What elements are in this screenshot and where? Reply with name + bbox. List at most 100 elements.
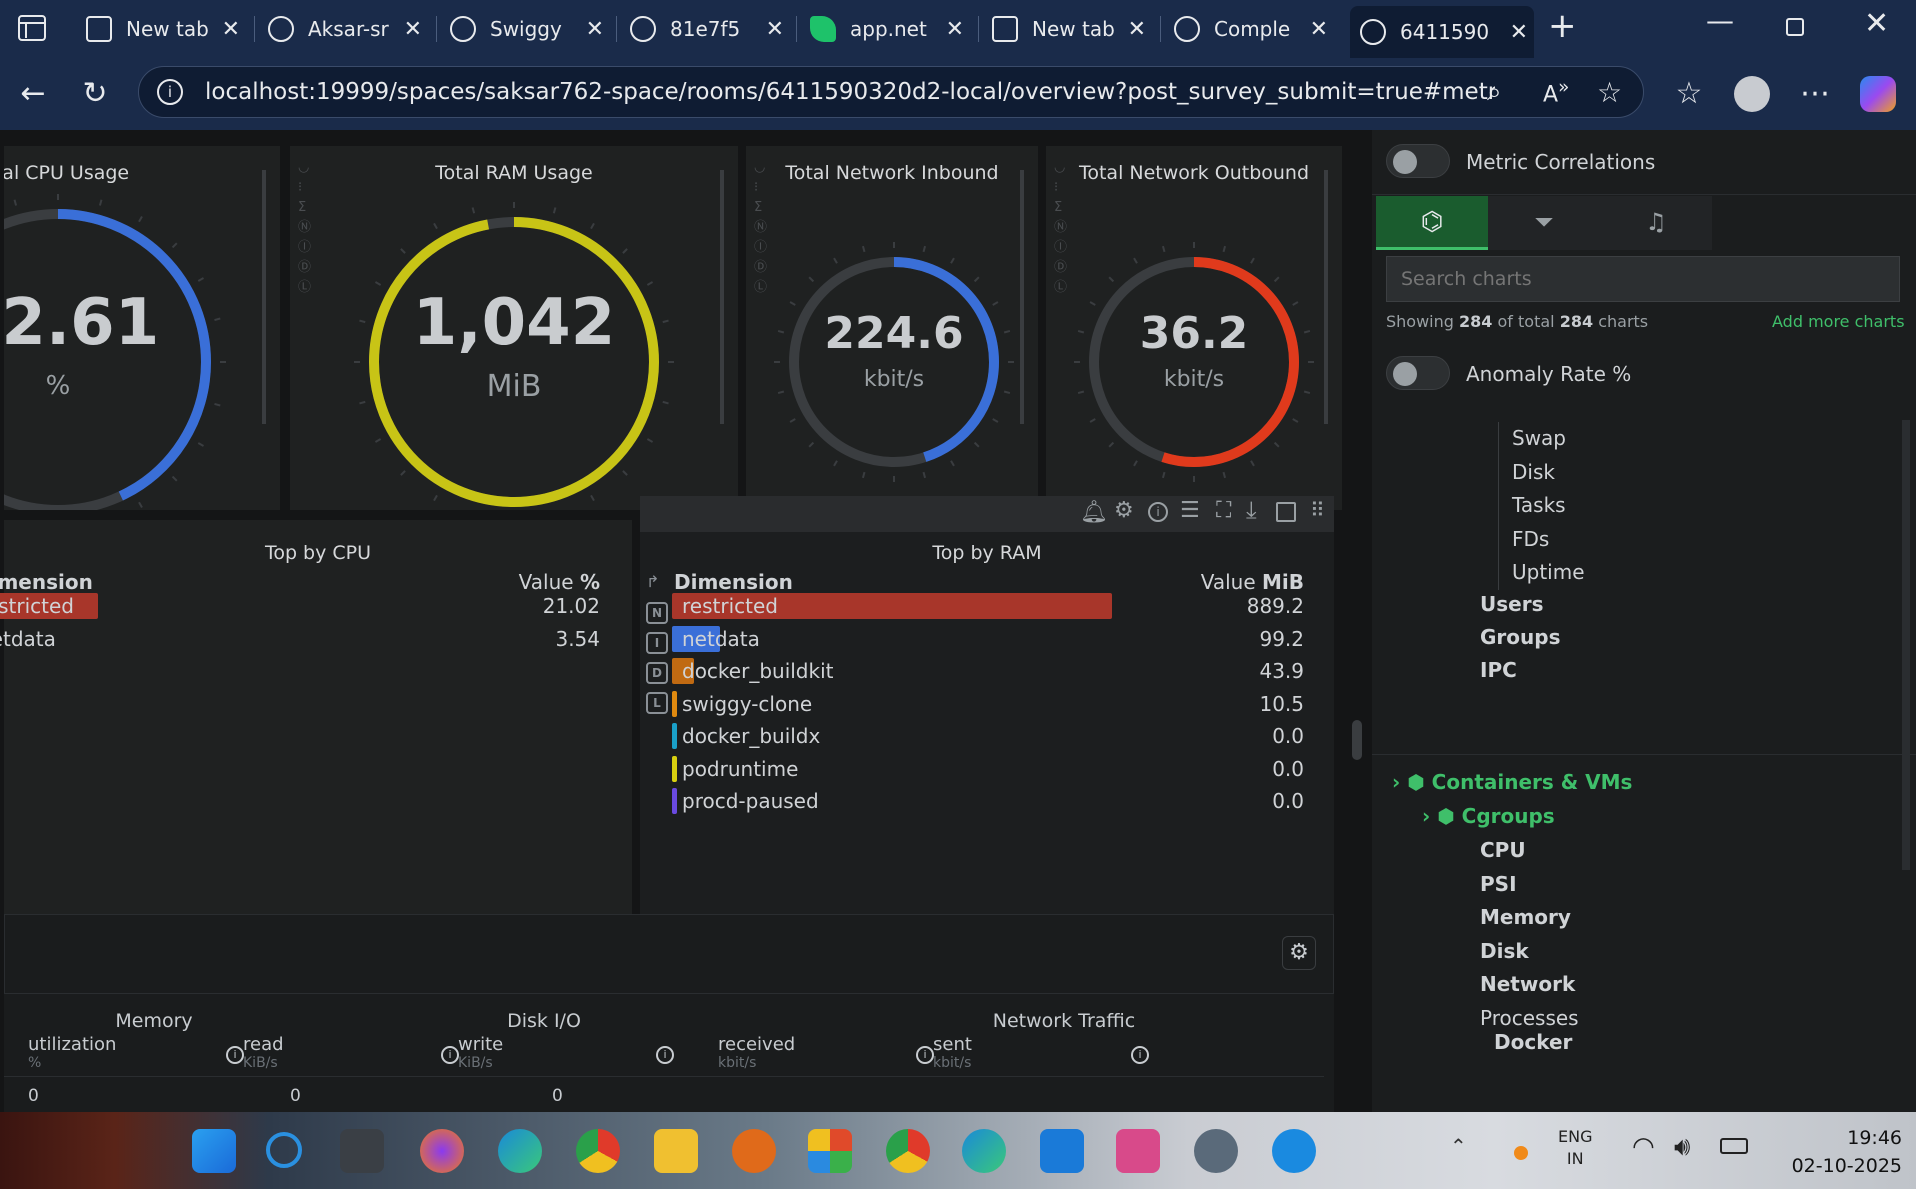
sidebar-item[interactable]: Disk (1512, 460, 1555, 484)
firefox-icon[interactable] (420, 1129, 464, 1173)
alert-bell-icon[interactable]: 🔔︎ (1080, 500, 1108, 525)
browser-tab[interactable]: New tab ✕ (982, 8, 1152, 50)
sidebar-item[interactable]: Tasks (1512, 493, 1566, 517)
copilot-icon[interactable] (1860, 76, 1896, 112)
zoom-icon[interactable]: ⌕ (1487, 77, 1502, 108)
sidebar-item[interactable]: FDs (1512, 527, 1549, 551)
vscode-icon[interactable] (1040, 1129, 1084, 1173)
close-tab-icon[interactable]: ✕ (1128, 17, 1146, 42)
table-row[interactable]: netdata 99.2 (672, 625, 1304, 653)
close-tab-icon[interactable]: ✕ (222, 17, 240, 42)
browser-tab[interactable]: Comple ✕ (1164, 8, 1334, 50)
close-window-button[interactable]: ✕ (1864, 6, 1889, 41)
column-info-icon[interactable]: i (1131, 1046, 1149, 1064)
file-explorer-icon[interactable] (654, 1129, 698, 1173)
chrome-profile-icon[interactable] (886, 1129, 930, 1173)
close-tab-icon[interactable]: ✕ (946, 17, 964, 42)
browser-tab[interactable]: app.net ✕ (800, 8, 970, 50)
column-info-icon[interactable]: i (916, 1046, 934, 1064)
table-row[interactable]: swiggy-clone 10.5 (672, 690, 1304, 718)
column-info-icon[interactable]: i (656, 1046, 674, 1064)
table-settings-icon[interactable]: ⚙ (1282, 936, 1316, 970)
sidebar-item-processes[interactable]: Processes (1480, 1006, 1579, 1030)
favorites-icon[interactable]: ☆ (1664, 58, 1714, 130)
store-icon[interactable] (808, 1129, 852, 1173)
read-aloud-icon[interactable]: A» (1543, 77, 1569, 107)
column-info-icon[interactable]: i (226, 1046, 244, 1064)
sidebar-item[interactable]: Swap (1512, 426, 1566, 450)
reset-icon[interactable]: ↱ (646, 572, 670, 596)
start-icon[interactable] (192, 1129, 236, 1173)
settings-sliders-icon[interactable]: ⚙ (1114, 498, 1134, 523)
close-tab-icon[interactable]: ✕ (766, 17, 784, 42)
search-charts-input[interactable] (1386, 256, 1900, 302)
close-tab-icon[interactable]: ✕ (1510, 20, 1528, 45)
sidebar-item-docker[interactable]: Docker (1494, 1030, 1572, 1054)
save-icon[interactable] (1276, 502, 1296, 522)
add-more-charts-link[interactable]: Add more charts (1772, 312, 1905, 331)
browser-tab[interactable]: 6411590 ✕ (1350, 6, 1534, 58)
profile-avatar[interactable] (1734, 76, 1770, 112)
volume-icon[interactable]: 🔊︎ (1674, 1132, 1690, 1163)
restore-button[interactable] (1786, 18, 1804, 36)
tray-chevron-icon[interactable]: ⌃ (1450, 1134, 1467, 1158)
search-icon[interactable] (266, 1132, 302, 1168)
site-info-icon[interactable]: i (157, 79, 183, 105)
close-tab-icon[interactable]: ✕ (586, 17, 604, 42)
labels-icon[interactable]: L (646, 692, 668, 714)
language-indicator[interactable]: ENG IN (1558, 1126, 1592, 1170)
refresh-icon[interactable]: ↻ (70, 58, 120, 130)
column-header[interactable]: received kbit/s (718, 1034, 795, 1071)
sidebar-section-cgroups[interactable]: › ⬢ Cgroups (1422, 804, 1555, 828)
browser-tab[interactable]: New tab ✕ (76, 8, 246, 50)
fullscreen-icon[interactable]: ⛶ (1216, 498, 1231, 523)
snipping-tool-icon[interactable] (1116, 1129, 1160, 1173)
sidebar-item[interactable]: Users (1480, 592, 1543, 616)
sidebar-tab-filter[interactable]: ⏷ (1488, 196, 1600, 250)
sidebar-item[interactable]: Groups (1480, 625, 1560, 649)
sidebar-item[interactable]: Uptime (1512, 560, 1585, 584)
table-row[interactable]: podruntime 0.0 (672, 755, 1304, 783)
browser-tab[interactable]: Aksar-sr ✕ (258, 8, 428, 50)
back-icon[interactable]: ← (8, 58, 58, 130)
new-tab-button[interactable]: + (1548, 6, 1577, 46)
edge-icon[interactable] (498, 1129, 542, 1173)
close-tab-icon[interactable]: ✕ (1310, 17, 1328, 42)
sidebar-section-containers[interactable]: › ⬢ Containers & VMs (1392, 770, 1632, 794)
docker-icon[interactable] (1272, 1129, 1316, 1173)
browser-tab[interactable]: 81e7f5 ✕ (620, 8, 790, 50)
clock[interactable]: 19:46 02-10-2025 (1772, 1124, 1902, 1180)
instances-icon[interactable]: I (646, 632, 668, 654)
tab-actions-icon[interactable] (18, 15, 46, 41)
info-icon[interactable]: i (1148, 502, 1168, 522)
table-row[interactable]: docker_buildx 0.0 (672, 722, 1304, 750)
sidebar-tab-charts[interactable]: ⌬ (1376, 196, 1488, 250)
sidebar-item[interactable]: IPC (1480, 658, 1517, 682)
metric-correlations-toggle[interactable] (1386, 144, 1450, 178)
wifi-icon[interactable]: ◠ (1632, 1132, 1655, 1162)
url-text[interactable]: localhost:19999/spaces/saksar762-space/r… (205, 79, 1495, 105)
table-row[interactable]: restricted 21.02 (0, 592, 600, 620)
more-menu-icon[interactable]: ⋯ (1790, 58, 1840, 130)
battery-icon[interactable] (1720, 1138, 1748, 1154)
column-header[interactable]: read KiB/s (243, 1034, 284, 1071)
sidebar-item[interactable]: Memory (1480, 905, 1571, 929)
sidebar-item[interactable]: PSI (1480, 872, 1517, 896)
column-info-icon[interactable]: i (441, 1046, 459, 1064)
column-header[interactable]: write KiB/s (458, 1034, 503, 1071)
sidebar-item[interactable]: Disk (1480, 939, 1529, 963)
list-icon[interactable]: ☰ (1180, 498, 1200, 523)
app-icon[interactable] (732, 1129, 776, 1173)
sidebar-tab-alerts[interactable]: ♫ (1600, 196, 1712, 250)
chrome-icon[interactable] (576, 1129, 620, 1173)
download-icon[interactable]: ⤓ (1246, 496, 1257, 524)
column-header[interactable]: sent kbit/s (933, 1034, 972, 1071)
table-row[interactable]: docker_buildkit 43.9 (672, 657, 1304, 685)
favorite-star-icon[interactable]: ☆ (1597, 76, 1622, 109)
sidebar-scrollbar[interactable] (1902, 420, 1910, 870)
sidebar-item[interactable]: CPU (1480, 838, 1526, 862)
column-header[interactable]: utilization% (28, 1034, 116, 1071)
browser-tab[interactable]: Swiggy ✕ (440, 8, 610, 50)
drag-handle-icon[interactable]: ⠿ (1310, 498, 1325, 522)
address-bar[interactable]: i localhost:19999/spaces/saksar762-space… (138, 66, 1644, 118)
